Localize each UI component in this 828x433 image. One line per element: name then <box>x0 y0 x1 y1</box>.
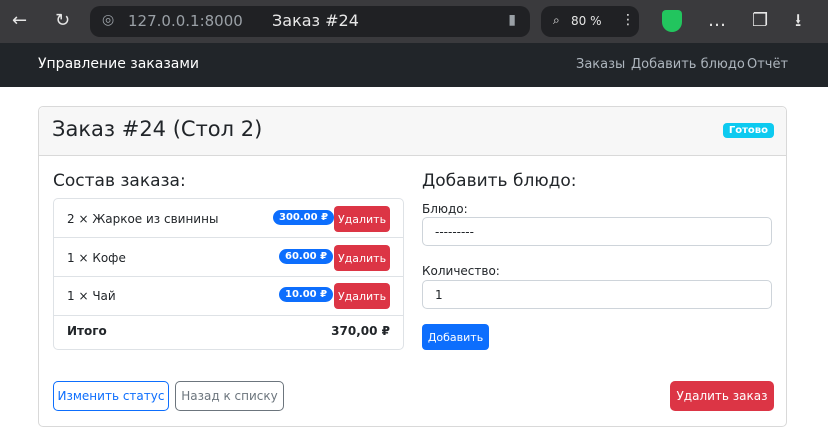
tab-title: Заказ #24 <box>272 11 359 30</box>
delete-item-button[interactable]: Удалить <box>334 245 390 271</box>
order-card: Заказ #24 (Стол 2) Готово Состав заказа:… <box>38 106 787 427</box>
add-dish-button[interactable]: Добавить <box>422 324 489 350</box>
more-horizontal-icon[interactable]: … <box>708 10 726 32</box>
navbar-brand[interactable]: Управление заказами <box>38 56 199 72</box>
quantity-label: Количество: <box>422 264 500 278</box>
dish-select[interactable]: --------- <box>422 217 772 246</box>
back-to-list-button[interactable]: Назад к списку <box>175 381 284 411</box>
navbar: Управление заказами Заказы Добавить блюд… <box>0 43 828 87</box>
card-header: Заказ #24 (Стол 2) Готово <box>39 107 786 156</box>
delete-item-button[interactable]: Удалить <box>334 206 390 232</box>
item-text: 2 × Жаркое из свинины <box>67 212 219 226</box>
price-badge: 300.00 ₽ <box>273 210 335 225</box>
more-vert-icon[interactable]: ⋮ <box>621 12 635 28</box>
collections-icon[interactable]: ❐ <box>752 10 768 32</box>
total-value: 370,00 ₽ <box>331 324 390 338</box>
shield-extension-icon[interactable] <box>662 10 682 32</box>
add-dish-heading: Добавить блюдо: <box>422 171 577 191</box>
nav-link-report[interactable]: Отчёт <box>747 57 788 72</box>
dish-label: Блюдо: <box>422 202 468 216</box>
zoom-indicator[interactable]: ⌕ 80 % ⋮ <box>541 6 639 37</box>
site-info-icon[interactable]: ◎ <box>102 12 114 28</box>
page-title: Заказ #24 (Стол 2) <box>52 117 263 141</box>
nav-link-orders[interactable]: Заказы <box>576 57 625 72</box>
order-items-list: 2 × Жаркое из свинины 300.00 ₽ Удалить 1… <box>53 198 404 350</box>
nav-link-add-dish[interactable]: Добавить блюдо <box>631 57 745 72</box>
quantity-input[interactable]: 1 <box>422 280 772 309</box>
price-badge: 60.00 ₽ <box>279 249 334 264</box>
list-item: 1 × Кофе 60.00 ₽ Удалить <box>54 238 403 277</box>
address-bar[interactable]: ◎ 127.0.0.1:8000 Заказ #24 ▮ <box>90 6 530 37</box>
item-text: 1 × Кофе <box>67 251 126 265</box>
list-item: 1 × Чай 10.00 ₽ Удалить <box>54 277 403 316</box>
delete-item-button[interactable]: Удалить <box>334 283 390 309</box>
list-item: 2 × Жаркое из свинины 300.00 ₽ Удалить <box>54 199 403 238</box>
status-badge: Готово <box>722 123 774 138</box>
item-text: 1 × Чай <box>67 289 116 303</box>
download-icon[interactable]: ⭳ <box>795 10 801 32</box>
url-text: 127.0.0.1:8000 <box>128 12 243 30</box>
bookmark-icon[interactable]: ▮ <box>508 12 516 28</box>
zoom-value: 80 % <box>571 14 602 28</box>
items-heading: Состав заказа: <box>53 171 186 191</box>
reload-icon[interactable]: ↻ <box>55 10 70 32</box>
total-label: Итого <box>67 324 107 338</box>
delete-order-button[interactable]: Удалить заказ <box>670 381 774 411</box>
price-badge: 10.00 ₽ <box>279 287 334 302</box>
change-status-button[interactable]: Изменить статус <box>53 381 169 411</box>
zoom-icon: ⌕ <box>553 13 560 27</box>
browser-toolbar: ← ↻ ◎ 127.0.0.1:8000 Заказ #24 ▮ ⌕ 80 % … <box>0 0 828 43</box>
back-arrow-icon[interactable]: ← <box>12 10 27 32</box>
